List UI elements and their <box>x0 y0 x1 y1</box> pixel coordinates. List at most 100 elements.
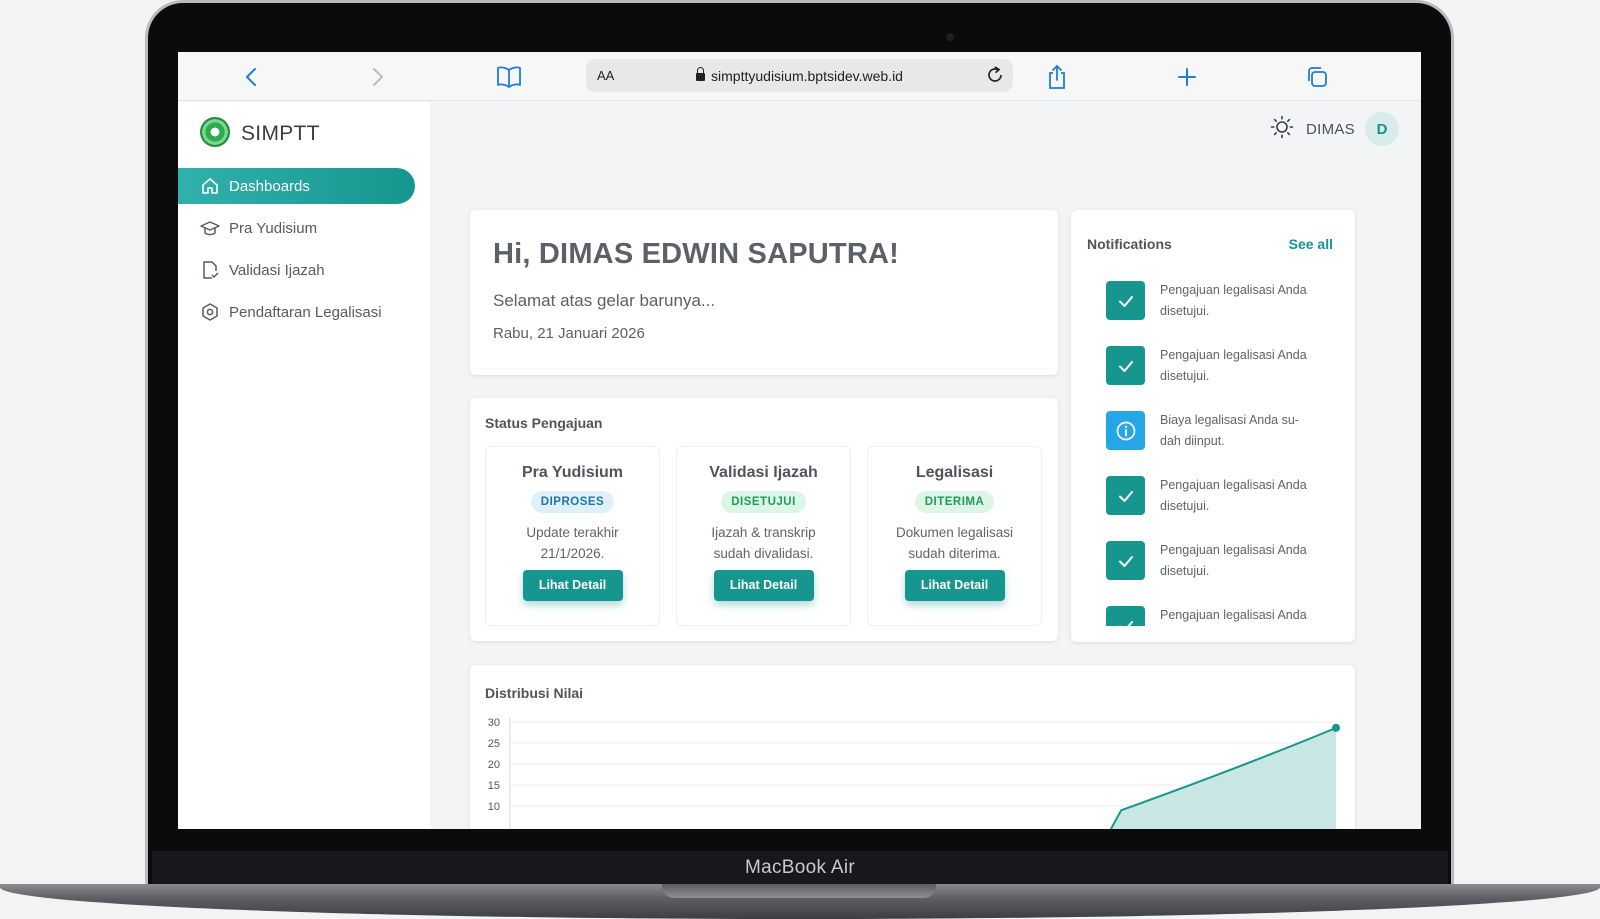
sidebar-item-pendaftaran-legalisasi[interactable]: Pendaftaran Legalisasi <box>178 294 415 330</box>
status-badge: DIPROSES <box>530 491 615 513</box>
notification-item[interactable]: Pengajuan legalisasi Anda <box>1106 597 1336 626</box>
address-bar[interactable]: AA simpttyudisium.bptsidev.web.id <box>586 59 1013 92</box>
status-item-title: Legalisasi <box>915 464 994 481</box>
welcome-title: Hi, DIMAS EDWIN SAPUTRA! <box>493 238 899 270</box>
y-tick-label: 10 <box>488 801 500 813</box>
status-description-line: Ijazah & transkrip <box>711 525 816 540</box>
sidebar-item-pra-yudisium[interactable]: Pra Yudisium <box>178 210 415 246</box>
y-tick-label: 15 <box>488 780 500 792</box>
notification-item[interactable]: Pengajuan legalisasi Anda disetujui. <box>1106 272 1336 332</box>
notifications-title: Notifications <box>1087 236 1172 252</box>
distribution-card: Distribusi Nilai 30 25 20 15 10 <box>470 665 1355 829</box>
notification-text: Pengajuan legalisasi Anda disetujui. <box>1160 280 1325 322</box>
lock-icon <box>696 67 706 81</box>
check-icon <box>1106 281 1145 320</box>
notification-text-line: Pengajuan legalisasi Anda <box>1160 348 1307 362</box>
sidebar-item-label: Validasi Ijazah <box>229 261 325 279</box>
bookmarks-icon[interactable] <box>496 64 522 90</box>
detail-button[interactable]: Lihat Detail <box>713 570 814 601</box>
status-item-title: Validasi Ijazah <box>709 464 818 481</box>
sidebar-item-label: Dashboards <box>229 177 310 195</box>
sidebar-item-validasi-ijazah[interactable]: Validasi Ijazah <box>178 252 415 288</box>
status-description-line: sudah diterima. <box>908 546 1001 561</box>
notification-list: Pengajuan legalisasi Anda disetujui. Penga… <box>1071 272 1355 626</box>
hexagon-icon <box>202 303 218 321</box>
y-tick-label: 30 <box>488 717 500 729</box>
check-icon <box>1106 346 1145 385</box>
notification-text-line: Pengajuan legalisasi Anda <box>1160 543 1307 557</box>
notification-text-line: disetujui. <box>1160 369 1210 383</box>
screen: AA simpttyudisium.bptsidev.web.id SIMPTT… <box>178 52 1421 829</box>
status-description-line: Dokumen legalisasi <box>895 525 1014 540</box>
y-tick-label: 25 <box>488 738 500 750</box>
check-icon <box>1106 541 1145 580</box>
user-menu[interactable]: DIMAS D <box>1270 112 1399 146</box>
notification-text-line: Pengajuan legalisasi Anda <box>1160 283 1307 297</box>
check-icon <box>1106 476 1145 515</box>
forward-icon[interactable] <box>365 64 391 90</box>
notification-text-line: Biaya legalisasi Anda su- <box>1160 413 1299 427</box>
sidebar-item-label: Pra Yudisium <box>229 219 318 237</box>
notification-item[interactable]: Pengajuan legalisasi Anda disetujui. <box>1106 337 1336 397</box>
tabs-overview-icon[interactable] <box>1304 64 1330 90</box>
laptop-chin: MacBook Air <box>152 851 1448 885</box>
see-all-link[interactable]: See all <box>1289 236 1333 252</box>
notification-text: Pengajuan legalisasi Anda disetujui. <box>1160 475 1325 517</box>
notification-item[interactable]: Biaya legalisasi Anda su-dah diinput. <box>1106 402 1336 462</box>
notification-text-line: disetujui. <box>1160 499 1210 513</box>
status-item-title: Pra Yudisium <box>521 464 624 481</box>
notification-text: Pengajuan legalisasi Anda disetujui. <box>1160 345 1325 387</box>
share-icon[interactable] <box>1044 64 1070 90</box>
status-description-line: 21/1/2026. <box>540 546 605 561</box>
status-description-line: sudah divalidasi. <box>713 546 814 561</box>
laptop-hinge <box>662 884 936 898</box>
status-description: Ijazah & transkrip sudah divalidasi. <box>677 522 850 564</box>
welcome-card: Hi, DIMAS EDWIN SAPUTRA! Selamat atas ge… <box>470 210 1058 375</box>
info-icon <box>1106 411 1145 450</box>
notification-text: Biaya legalisasi Anda su-dah diinput. <box>1160 410 1325 452</box>
browser-toolbar: AA simpttyudisium.bptsidev.web.id <box>178 52 1421 101</box>
sidebar-item-dashboards[interactable]: Dashboards <box>178 168 415 204</box>
status-title: Status Pengajuan <box>485 415 603 431</box>
new-tab-icon[interactable] <box>1174 64 1200 90</box>
camera <box>946 33 954 41</box>
notification-text-line: Pengajuan legalisasi Anda <box>1160 608 1307 622</box>
notification-text: Pengajuan legalisasi Anda disetujui. <box>1160 540 1325 582</box>
sidebar: SIMPTT Dashboards Pra Yudisium Validasi … <box>178 102 430 829</box>
app-name: SIMPTT <box>241 122 320 145</box>
notification-text-line: Pengajuan legalisasi Anda <box>1160 478 1307 492</box>
user-name: DIMAS <box>1305 120 1355 138</box>
status-description: Dokumen legalisasi sudah diterima. <box>868 522 1041 564</box>
sidebar-item-label: Pendaftaran Legalisasi <box>229 303 382 321</box>
welcome-date: Rabu, 21 Januari 2026 <box>493 325 645 342</box>
avatar[interactable]: D <box>1365 112 1399 146</box>
y-tick-label: 20 <box>488 759 500 771</box>
notification-item[interactable]: Pengajuan legalisasi Anda disetujui. <box>1106 467 1336 527</box>
detail-button[interactable]: Lihat Detail <box>522 570 623 601</box>
document-check-icon <box>203 261 219 279</box>
distribution-chart: 30 25 20 15 10 <box>488 717 1340 829</box>
home-icon <box>202 178 218 194</box>
detail-button[interactable]: Lihat Detail <box>904 570 1005 601</box>
notification-text-line: disetujui. <box>1160 564 1210 578</box>
url-text: simpttyudisium.bptsidev.web.id <box>586 67 1013 84</box>
back-icon[interactable] <box>238 64 264 90</box>
reload-icon[interactable] <box>985 65 1005 90</box>
notification-text-line: disetujui. <box>1160 304 1210 318</box>
sun-icon[interactable] <box>1270 115 1294 144</box>
status-item-validasi-ijazah: Validasi Ijazah DISETUJUI Ijazah & trans… <box>676 446 851 626</box>
notification-item[interactable]: Pengajuan legalisasi Anda disetujui. <box>1106 532 1336 592</box>
notification-text: Pengajuan legalisasi Anda <box>1160 605 1325 626</box>
check-icon <box>1106 606 1145 626</box>
data-point[interactable] <box>1332 723 1340 732</box>
welcome-subtitle: Selamat atas gelar barunya... <box>493 291 716 310</box>
app-logo <box>200 117 230 147</box>
status-description: Update terakhir 21/1/2026. <box>486 522 659 564</box>
status-badge: DISETUJUI <box>721 491 806 513</box>
url-value: simpttyudisium.bptsidev.web.id <box>711 68 903 84</box>
status-badge: DITERIMA <box>914 491 995 513</box>
graduation-cap-icon <box>200 221 220 236</box>
notification-text-line: dah diinput. <box>1160 434 1225 448</box>
status-item-legalisasi: Legalisasi DITERIMA Dokumen legalisasi su… <box>867 446 1042 626</box>
status-item-pra-yudisium: Pra Yudisium DIPROSES Update terakhir 21/… <box>485 446 660 626</box>
